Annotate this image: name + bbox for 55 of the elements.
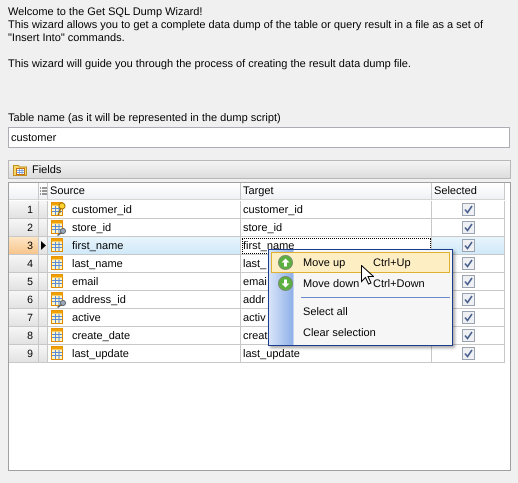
row-number: 4 xyxy=(9,255,39,273)
table-cell: active xyxy=(72,312,101,324)
table-cell: last_ xyxy=(243,258,266,270)
checkbox[interactable] xyxy=(462,203,474,216)
column-header[interactable]: Source xyxy=(50,185,85,197)
field-label: Table name (as it will be represented in the dump script) xyxy=(8,112,281,124)
table-cell: creat xyxy=(243,330,268,342)
row-number: 2 xyxy=(9,219,39,237)
key-column-icon xyxy=(50,201,67,218)
menu-item[interactable]: Move up Ctrl+Up xyxy=(271,252,450,273)
row-number: 3 xyxy=(9,237,39,255)
checkbox[interactable] xyxy=(462,293,474,306)
table-cell: first_name xyxy=(243,240,294,252)
checkbox[interactable] xyxy=(462,275,474,288)
row-number: 9 xyxy=(9,345,39,363)
row-number: 7 xyxy=(9,309,39,327)
table-cell: customer_id xyxy=(72,204,132,216)
table-name-field[interactable]: customer xyxy=(8,127,510,148)
checkbox[interactable] xyxy=(462,221,474,234)
row-number: 6 xyxy=(9,291,39,309)
key-column-icon xyxy=(50,219,67,236)
row-pointer-icon xyxy=(40,241,46,250)
checkbox[interactable] xyxy=(462,329,474,342)
column-header[interactable]: Target xyxy=(243,185,274,197)
checkbox[interactable] xyxy=(462,257,474,270)
welcome-title: Welcome to the Get SQL Dump Wizard! xyxy=(8,6,204,19)
table-cell: activ xyxy=(243,312,266,324)
table-cell: email xyxy=(72,276,98,288)
menu-item[interactable]: Select all xyxy=(271,301,450,322)
row-number: 1 xyxy=(9,201,39,219)
row-number: 5 xyxy=(9,273,39,291)
checkbox[interactable] xyxy=(462,239,474,252)
table-cell: last_name xyxy=(72,258,123,270)
table-cell: addr xyxy=(243,294,266,306)
column-menu-icon[interactable] xyxy=(40,186,46,196)
wizard-description: This wizard allows you to get a complete data dump of the table or query result in a file as a set of "Insert Into" commands. xyxy=(8,19,484,45)
table-cell: customer_id xyxy=(243,204,303,216)
table-cell: last_update xyxy=(243,348,300,360)
table-cell: address_id xyxy=(72,294,126,306)
checkbox[interactable] xyxy=(462,311,474,324)
checkbox[interactable] xyxy=(462,347,474,360)
mouse-pointer-icon xyxy=(361,265,374,285)
wizard-guide-text: This wizard will guide you through the process of creating the result data dump file. xyxy=(8,58,412,71)
row-number: 8 xyxy=(9,327,39,345)
table-cell: store_id xyxy=(243,222,282,234)
key-column-icon xyxy=(50,291,67,308)
table-cell: store_id xyxy=(72,222,112,234)
panel-title: Fields xyxy=(32,164,62,176)
table-cell: create_date xyxy=(72,330,130,342)
menu-item[interactable]: Clear selection xyxy=(271,322,450,343)
table-cell: first_name xyxy=(72,240,124,252)
folder-table-icon xyxy=(13,163,27,176)
table-cell: last_update xyxy=(72,348,129,360)
menu-item[interactable]: Move down Ctrl+Down xyxy=(271,273,450,294)
table-cell: emai xyxy=(243,276,267,288)
